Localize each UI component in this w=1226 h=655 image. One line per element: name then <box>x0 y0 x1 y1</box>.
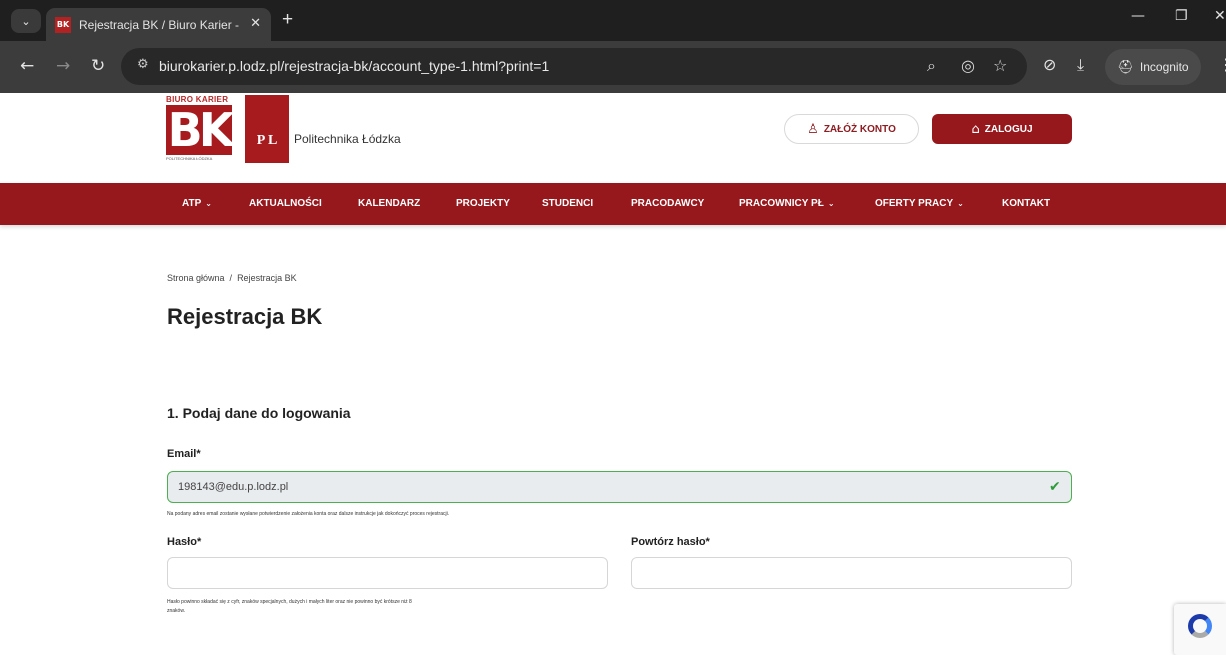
login-button[interactable]: ⌂ ZALOGUJ <box>932 114 1072 144</box>
nav-item-kalendarz[interactable]: KALENDARZ <box>358 183 420 225</box>
nav-label: PRACOWNICY PŁ <box>739 198 824 209</box>
nav-item-projekty[interactable]: PROJEKTY <box>456 183 510 225</box>
nav-item-aktualnosci[interactable]: AKTUALNOŚCI <box>249 183 322 225</box>
tab-title: Rejestracja BK / Biuro Karier - P <box>79 17 239 32</box>
minimize-icon[interactable]: — <box>1131 8 1145 24</box>
nav-label: STUDENCI <box>542 198 594 209</box>
browser-tab-bar: ⌄ BK Rejestracja BK / Biuro Karier - P ✕… <box>0 0 1226 41</box>
nav-label: KONTAKT <box>1002 198 1051 209</box>
reload-icon[interactable]: ↻ <box>91 56 105 76</box>
nav-item-oferty-pracy[interactable]: OFERTY PRACY ⌄ <box>875 183 964 225</box>
nav-label: PROJEKTY <box>456 198 510 209</box>
breadcrumb-current: Rejestracja BK <box>237 273 297 283</box>
recaptcha-icon <box>1188 614 1212 638</box>
restore-icon[interactable]: ❐ <box>1175 8 1188 24</box>
tracking-protection-eye-icon[interactable]: ◎ <box>961 56 975 75</box>
site-info-icon[interactable]: ⚙ <box>137 57 149 72</box>
nav-item-kontakt[interactable]: KONTAKT <box>1002 183 1050 225</box>
new-tab-plus-icon[interactable]: + <box>282 9 293 31</box>
user-icon: ♙ <box>807 121 819 137</box>
register-label: ZAŁÓŻ KONTO <box>823 123 896 135</box>
password-label: Hasło* <box>167 536 202 548</box>
password-repeat-label: Powtórz hasło* <box>631 536 710 548</box>
nav-label: PRACODAWCY <box>631 198 705 209</box>
politechnika-logo[interactable]: P L <box>245 95 289 163</box>
incognito-label: Incognito <box>1139 60 1189 74</box>
login-label: ZALOGUJ <box>984 123 1033 135</box>
password-hint-line2: znaków. <box>167 608 186 614</box>
incognito-badge[interactable]: ⛑ Incognito <box>1105 49 1201 85</box>
chevron-down-icon: ⌄ <box>957 199 964 208</box>
nav-item-atp[interactable]: ATP ⌄ <box>182 183 212 225</box>
breadcrumb-home-link[interactable]: Strona główna <box>167 273 225 283</box>
email-hint: Na podany adres email zostanie wysłane p… <box>167 511 450 517</box>
password-field[interactable] <box>167 557 608 589</box>
page-title: Rejestracja BK <box>167 304 323 329</box>
window-close-icon[interactable]: ✕ <box>1214 8 1226 24</box>
chevron-down-icon: ⌄ <box>205 199 212 208</box>
site-favicon-icon: BK <box>55 16 71 33</box>
university-name: Politechnika Łódzka <box>294 132 401 146</box>
email-label: Email* <box>167 448 201 460</box>
logo-bk-bottom-text: POLITECHNIKA ŁÓDZKA <box>166 156 213 161</box>
zoom-icon[interactable]: ⌕ <box>927 56 936 76</box>
email-field[interactable] <box>167 471 1072 503</box>
extensions-icon[interactable]: ⊘ <box>1043 55 1056 74</box>
recaptcha-badge[interactable] <box>1174 604 1226 655</box>
address-bar[interactable]: ⚙ biurokarier.p.lodz.pl/rejestracja-bk/a… <box>121 48 1027 85</box>
browser-menu-icon[interactable]: ⋮ <box>1218 55 1226 74</box>
back-arrow-icon[interactable]: ← <box>20 56 34 76</box>
nav-item-pracownicy-pl[interactable]: PRACOWNICY PŁ ⌄ <box>739 183 835 225</box>
nav-label: AKTUALNOŚCI <box>249 198 322 209</box>
nav-item-pracodawcy[interactable]: PRACODAWCY <box>631 183 704 225</box>
tab-search-chevron-icon[interactable]: ⌄ <box>11 9 41 33</box>
password-repeat-field[interactable] <box>631 557 1072 589</box>
incognito-icon: ⛑ <box>1117 59 1134 75</box>
breadcrumb-separator: / <box>229 273 233 283</box>
breadcrumb: Strona główna / Rejestracja BK <box>167 273 297 283</box>
main-navigation: ATP ⌄ AKTUALNOŚCI KALENDARZ PROJEKTY STUD… <box>0 183 1226 225</box>
logo-pl-letters: P L <box>256 133 278 148</box>
nav-label: KALENDARZ <box>358 198 421 209</box>
tab-close-icon[interactable]: ✕ <box>250 16 261 31</box>
section-title: 1. Podaj dane do logowania <box>167 405 351 421</box>
lock-icon: ⌂ <box>971 121 980 137</box>
forward-arrow-icon[interactable]: → <box>56 56 70 76</box>
nav-label: ATP <box>182 198 202 209</box>
url-text[interactable]: biurokarier.p.lodz.pl/rejestracja-bk/acc… <box>159 58 549 74</box>
register-button[interactable]: ♙ ZAŁÓŻ KONTO <box>784 114 919 144</box>
download-icon[interactable]: ⤓ <box>1077 55 1084 75</box>
nav-label: OFERTY PRACY <box>875 198 954 209</box>
bookmark-star-icon[interactable]: ☆ <box>993 56 1007 75</box>
browser-toolbar: ← → ↻ ⚙ biurokarier.p.lodz.pl/rejestracj… <box>0 41 1226 93</box>
logo-bk-letters: BK <box>166 103 234 157</box>
checkmark-icon: ✔ <box>1049 479 1061 495</box>
nav-item-studenci[interactable]: STUDENCI <box>542 183 593 225</box>
password-hint-line1: Hasło powinno składać się z cyfr, znaków… <box>167 599 412 605</box>
chevron-down-icon: ⌄ <box>827 199 835 208</box>
browser-tab-active[interactable]: BK Rejestracja BK / Biuro Karier - P ✕ <box>46 8 271 41</box>
biuro-karier-logo[interactable]: BIURO KARIER BK POLITECHNIKA ŁÓDZKA <box>166 95 234 163</box>
